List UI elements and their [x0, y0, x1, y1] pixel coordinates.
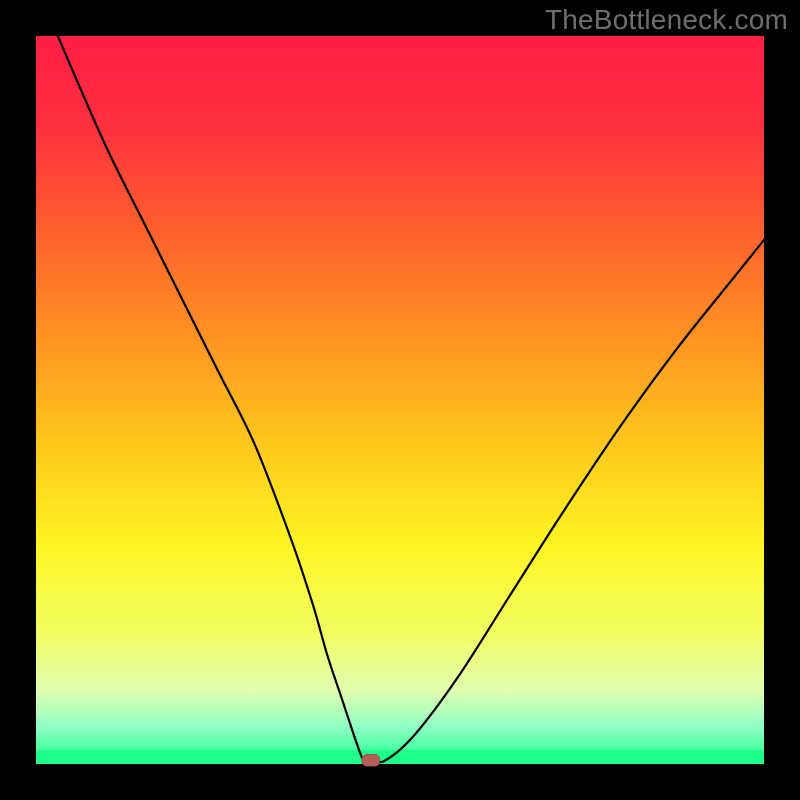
current-point-marker: [362, 754, 380, 766]
chart-svg: [0, 0, 800, 800]
watermark-text: TheBottleneck.com: [545, 4, 788, 36]
green-band: [36, 750, 764, 764]
bottleneck-chart: TheBottleneck.com: [0, 0, 800, 800]
plot-area: [36, 36, 764, 764]
